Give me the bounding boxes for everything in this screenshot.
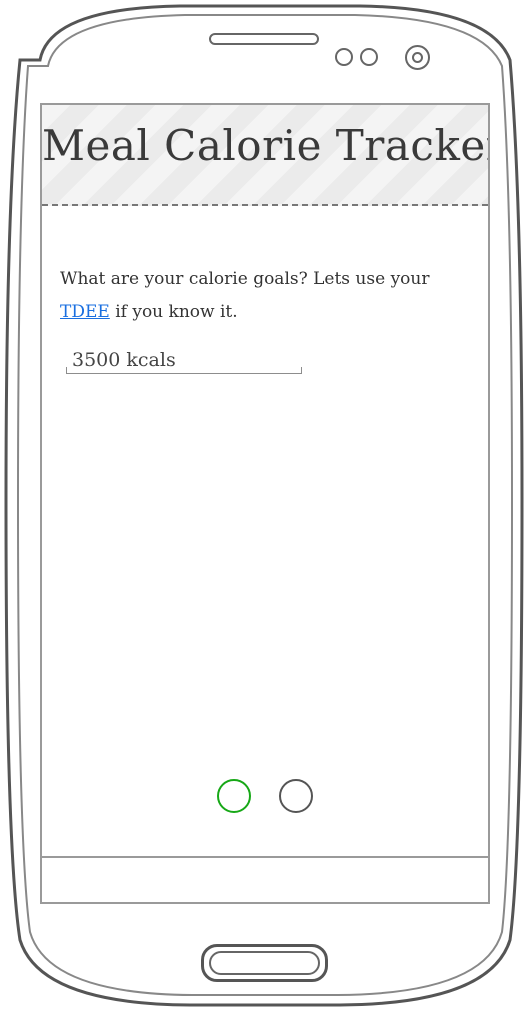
speaker-grille [209, 33, 319, 45]
sensor-icon [360, 48, 378, 66]
input-underline-tick [66, 367, 67, 374]
tdee-link[interactable]: TDEE [60, 302, 110, 322]
app-screen: Meal Calorie Tracker What are your calor… [40, 103, 490, 904]
camera-icon [405, 45, 430, 70]
bottom-bar [42, 856, 488, 902]
pager-dot-page-1[interactable] [217, 779, 251, 813]
prompt-text-after-link: if you know it. [109, 302, 238, 322]
home-button[interactable] [201, 944, 328, 982]
app-title: Meal Calorie Tracker [42, 121, 490, 170]
app-header: Meal Calorie Tracker [42, 105, 488, 206]
calorie-goal-prompt: What are your calorie goals? Lets use yo… [60, 263, 460, 329]
phone-mockup: Meal Calorie Tracker What are your calor… [0, 0, 530, 1010]
input-underline-tick [301, 367, 302, 374]
pager-dot-page-2[interactable] [279, 779, 313, 813]
sensor-icon [335, 48, 353, 66]
calorie-goal-input[interactable] [66, 346, 302, 374]
prompt-text-before-link: What are your calorie goals? Lets use yo… [60, 269, 430, 289]
